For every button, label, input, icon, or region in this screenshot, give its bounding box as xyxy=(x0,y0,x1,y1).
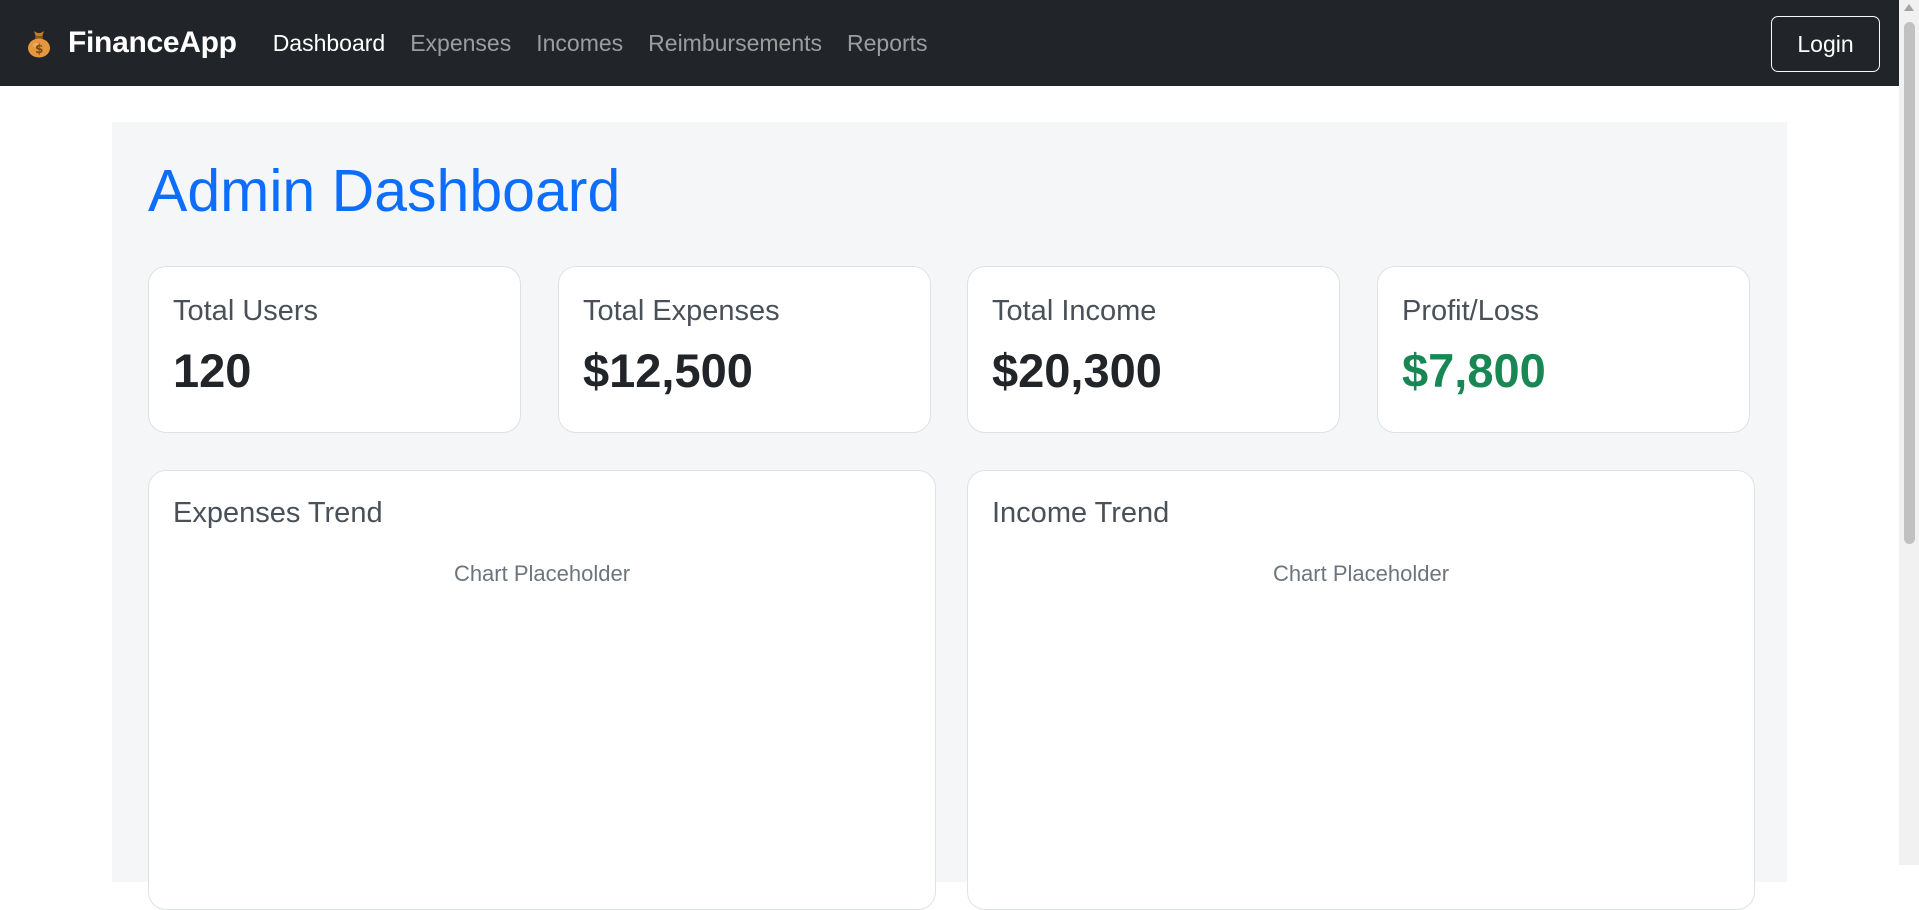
chart-placeholder: Chart Placeholder xyxy=(1272,561,1450,586)
stat-card-total-expenses: Total Expenses $12,500 xyxy=(558,266,931,433)
chart-card-expenses-trend: Expenses Trend Chart Placeholder xyxy=(148,470,936,910)
chart-title: Expenses Trend xyxy=(173,497,383,529)
stat-label: Total Income xyxy=(992,295,1157,327)
top-navbar: $ FinanceApp Dashboard Expenses Incomes … xyxy=(0,0,1899,86)
nav-link-expenses[interactable]: Expenses xyxy=(410,30,511,57)
brand-name: FinanceApp xyxy=(68,26,237,59)
stat-value: $7,800 xyxy=(1402,344,1546,397)
chart-card-income-trend: Income Trend Chart Placeholder xyxy=(967,470,1755,910)
stat-value: $20,300 xyxy=(992,344,1162,397)
nav-links: Dashboard Expenses Incomes Reimbursement… xyxy=(273,30,953,57)
nav-link-reports[interactable]: Reports xyxy=(847,30,928,57)
chart-placeholder: Chart Placeholder xyxy=(453,561,631,586)
page-title: Admin Dashboard xyxy=(148,158,621,224)
dashboard-content: Admin Dashboard Total Users 120 Total Ex… xyxy=(112,122,1787,910)
vertical-scrollbar[interactable] xyxy=(1899,0,1919,865)
stat-label: Profit/Loss xyxy=(1402,295,1539,327)
nav-link-reimbursements[interactable]: Reimbursements xyxy=(648,30,822,57)
scroll-up-arrow-icon[interactable] xyxy=(1904,4,1914,11)
login-button[interactable]: Login xyxy=(1771,16,1880,72)
stat-value: 120 xyxy=(173,344,252,397)
svg-text:$: $ xyxy=(35,42,43,56)
money-bag-icon: $ xyxy=(25,28,53,58)
scrollbar-thumb[interactable] xyxy=(1904,22,1915,544)
brand-logo[interactable]: $ FinanceApp xyxy=(25,26,237,60)
nav-link-incomes[interactable]: Incomes xyxy=(536,30,623,57)
stat-label: Total Expenses xyxy=(583,295,780,327)
stat-label: Total Users xyxy=(173,295,319,327)
nav-link-dashboard[interactable]: Dashboard xyxy=(273,30,386,57)
stat-card-total-users: Total Users 120 xyxy=(148,266,521,433)
chart-title: Income Trend xyxy=(992,497,1170,529)
stat-card-profit-loss: Profit/Loss $7,800 xyxy=(1377,266,1750,433)
stat-card-total-income: Total Income $20,300 xyxy=(967,266,1340,433)
stat-value: $12,500 xyxy=(583,344,753,397)
